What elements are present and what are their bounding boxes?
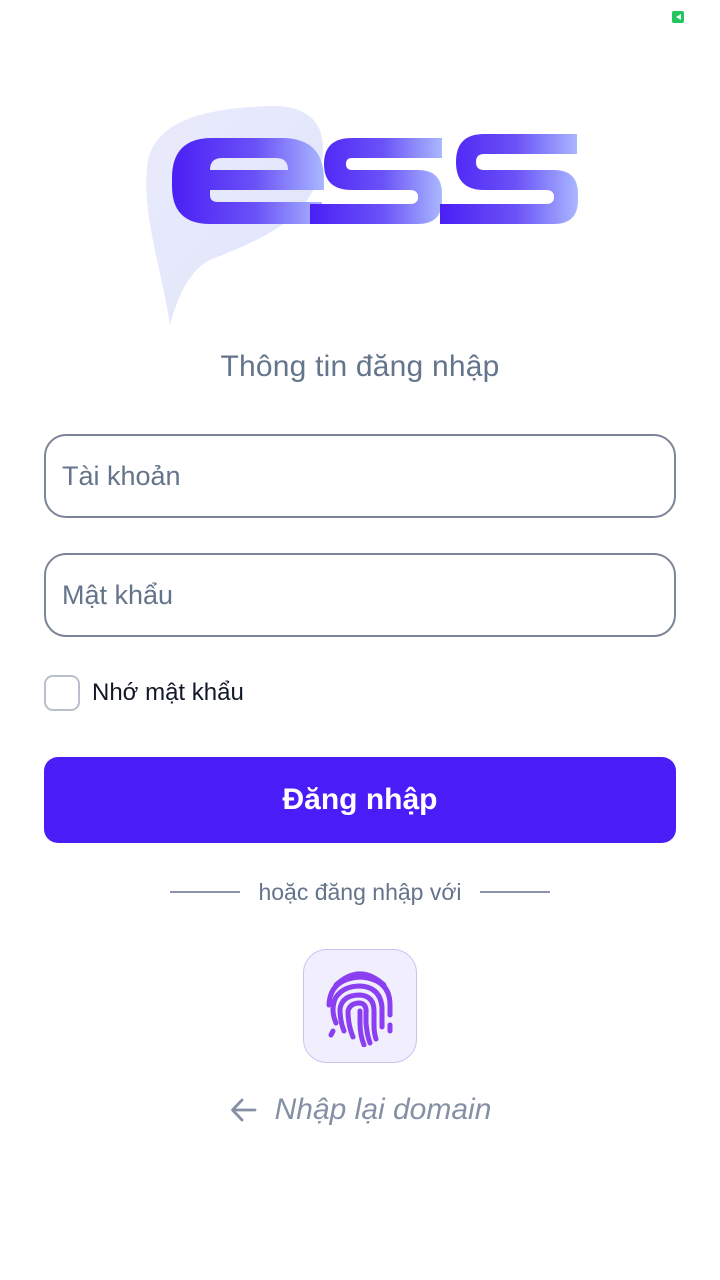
- reenter-domain-link[interactable]: Nhập lại domain: [0, 1088, 720, 1132]
- divider-line-left: [170, 891, 241, 893]
- remember-password-label: Nhớ mật khẩu: [92, 679, 244, 706]
- alt-login-divider: hoặc đăng nhập với: [0, 876, 720, 908]
- divider-text: hoặc đăng nhập với: [258, 878, 462, 905]
- reenter-domain-label: Nhập lại domain: [274, 1093, 492, 1126]
- page-title: Thông tin đăng nhập: [220, 350, 500, 383]
- remember-password-row[interactable]: Nhớ mật khẩu: [44, 672, 244, 714]
- divider-line-right: [479, 891, 550, 893]
- username-input[interactable]: [46, 436, 674, 516]
- password-input[interactable]: [46, 555, 674, 635]
- fingerprint-login-button[interactable]: [303, 949, 417, 1063]
- login-screen: Thông tin đăng nhập Nhớ mật khẩu Đăng nh…: [0, 0, 720, 1280]
- login-button[interactable]: Đăng nhập: [44, 757, 676, 843]
- password-field[interactable]: [44, 553, 676, 637]
- ess-logo: [140, 100, 590, 330]
- status-indicator-icon: [672, 11, 684, 23]
- fingerprint-icon: [326, 971, 393, 1047]
- username-field[interactable]: [44, 434, 676, 518]
- arrow-left-icon: [230, 1098, 256, 1122]
- remember-password-checkbox[interactable]: [44, 675, 80, 711]
